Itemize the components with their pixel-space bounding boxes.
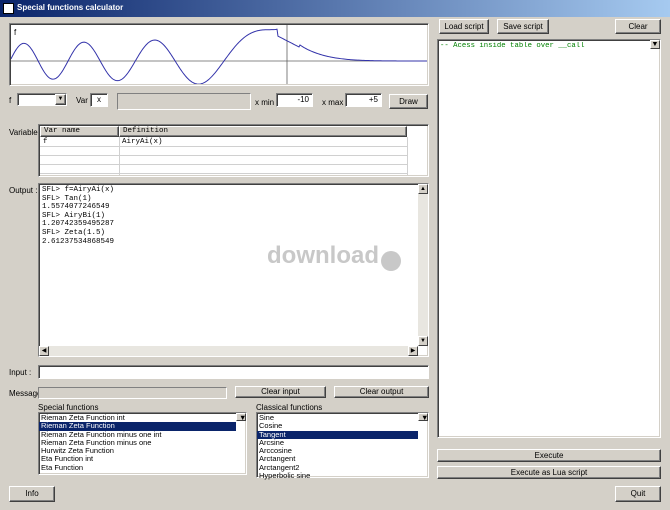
output-horizontal-scrollbar[interactable]: ◀ ▶ — [39, 346, 418, 356]
script-line: -- Acess inside table over __call — [440, 42, 585, 50]
column-divider — [407, 137, 408, 175]
info-button[interactable]: Info — [9, 486, 55, 502]
list-item[interactable]: Arctangent — [257, 455, 418, 463]
script-vertical-scrollbar[interactable]: ▲ ▼ — [650, 40, 660, 49]
plot-area: f — [9, 23, 429, 86]
xmin-input-value: -10 — [297, 95, 309, 104]
window-title: Special functions calculator — [17, 3, 124, 12]
scroll-down-icon[interactable]: ▼ — [236, 413, 246, 422]
scroll-down-icon[interactable]: ▼ — [418, 413, 428, 422]
classical-functions-label: Classical functions — [256, 403, 323, 412]
plot-f-label: f — [14, 28, 17, 37]
output-line: SFL> AiryBi(1) — [42, 211, 106, 220]
output-line: SFL> Tan(1) — [42, 194, 92, 203]
clear-input-button[interactable]: Clear input — [235, 386, 326, 398]
list-item[interactable]: Arccosine — [257, 447, 418, 455]
var-input[interactable]: x — [90, 93, 108, 107]
xmax-input-value: +5 — [368, 95, 378, 104]
table-row[interactable]: f AiryAi(x) — [40, 138, 407, 147]
script-editor[interactable]: -- Acess inside table over __call-- This… — [437, 39, 661, 438]
xmin-label: x min — [255, 98, 275, 107]
output-area[interactable]: SFL> f=AiryAi(x) SFL> Tan(1) 1.557407724… — [38, 183, 429, 357]
title-bar: Special functions calculator — [0, 0, 670, 17]
list-item-selected[interactable]: Tangent — [257, 430, 418, 439]
column-divider — [119, 137, 120, 175]
variables-label: Variables — [9, 128, 42, 137]
variables-table: Var name Definition f AiryAi(x) — [38, 124, 429, 177]
output-vertical-scrollbar[interactable]: ▲ ▼ — [418, 184, 428, 346]
script-lines: -- Acess inside table over __call-- This… — [440, 42, 650, 51]
variable-name-cell: f — [43, 138, 48, 146]
clear-output-button[interactable]: Clear output — [334, 386, 429, 398]
scroll-up-icon[interactable]: ▲ — [418, 184, 428, 194]
plot-curve — [11, 28, 427, 84]
column-header-definition-text: Definition — [123, 127, 169, 135]
column-header-var-name[interactable]: Var name — [40, 126, 119, 137]
output-line: SFL> f=AiryAi(x) — [42, 186, 115, 194]
plot-svg — [11, 25, 427, 84]
empty-row — [40, 165, 407, 174]
execute-button[interactable]: Execute — [437, 449, 661, 462]
list-item[interactable]: Eta Function int — [39, 455, 236, 463]
list-item[interactable]: Arctangent2 — [257, 464, 418, 472]
list-item[interactable]: Eta Function — [39, 464, 236, 472]
list-item[interactable]: Hurwitz Zeta Function — [39, 447, 236, 455]
chevron-down-icon[interactable]: ▼ — [55, 94, 66, 105]
save-script-button[interactable]: Save script — [497, 19, 549, 34]
scroll-left-icon[interactable]: ◀ — [39, 346, 49, 356]
input-label: Input : — [9, 368, 32, 377]
execute-lua-button[interactable]: Execute as Lua script — [437, 466, 661, 479]
draw-button[interactable]: Draw — [389, 94, 428, 109]
var-label: Var — [76, 96, 88, 105]
column-header-definition[interactable]: Definition — [119, 126, 407, 137]
empty-row — [40, 147, 407, 156]
xmax-label: x max — [322, 98, 344, 107]
output-line: SFL> Zeta(1.5) — [42, 228, 106, 237]
empty-row — [40, 156, 407, 165]
message-field — [38, 387, 227, 399]
message-label: Message — [9, 389, 42, 398]
classical-functions-scrollbar[interactable]: ▲ ▼ — [418, 413, 428, 422]
list-item[interactable]: Sine — [257, 414, 418, 422]
scroll-down-icon[interactable]: ▼ — [418, 336, 428, 346]
watermark-logo-icon — [381, 250, 402, 271]
list-item[interactable]: Rieman Zeta Function minus one int — [39, 431, 236, 439]
function-select[interactable]: ▼ — [17, 93, 67, 106]
watermark: download — [267, 242, 402, 271]
output-lines: SFL> f=AiryAi(x) SFL> Tan(1) 1.557407724… — [42, 186, 114, 246]
special-functions-list[interactable]: Rieman Zeta Function int Rieman Zeta Fun… — [38, 412, 247, 475]
variable-definition-cell: AiryAi(x) — [122, 138, 163, 146]
column-header-var-name-text: Var name — [44, 127, 81, 135]
input-field[interactable] — [38, 365, 429, 379]
function-display — [117, 93, 251, 110]
special-functions-scrollbar[interactable]: ▲ ▼ — [236, 413, 246, 422]
quit-button[interactable]: Quit — [615, 486, 661, 502]
scroll-down-icon[interactable]: ▼ — [650, 40, 660, 49]
output-line: 1.5574077246549 — [42, 203, 110, 212]
variables-header: Var name Definition — [40, 126, 407, 137]
scroll-right-icon[interactable]: ▶ — [408, 346, 418, 356]
app-icon — [3, 3, 14, 14]
output-label: Output : — [9, 186, 38, 195]
xmin-input[interactable]: -10 — [276, 93, 313, 107]
list-item-selected[interactable]: Rieman Zeta Function — [39, 422, 236, 431]
xmax-input[interactable]: +5 — [345, 93, 382, 107]
output-line: 1.20742359495287 — [42, 220, 115, 229]
load-script-button[interactable]: Load script — [439, 19, 489, 34]
list-item[interactable]: Arcsine — [257, 439, 418, 447]
list-item[interactable]: Hyperbolic sine — [257, 472, 418, 480]
watermark-text: download — [267, 242, 379, 269]
var-input-value: x — [97, 95, 101, 104]
clear-script-button[interactable]: Clear — [615, 19, 661, 34]
list-item[interactable]: Rieman Zeta Function int — [39, 414, 236, 422]
output-line: 2.61237534868549 — [42, 237, 115, 246]
f-label: f — [9, 96, 12, 105]
special-functions-label: Special functions — [38, 403, 99, 412]
list-item[interactable]: Cosine — [257, 422, 418, 430]
classical-functions-list[interactable]: Sine Cosine Tangent Arcsine Arccosine Ar… — [256, 412, 429, 480]
list-item[interactable]: Rieman Zeta Function minus one — [39, 439, 236, 447]
